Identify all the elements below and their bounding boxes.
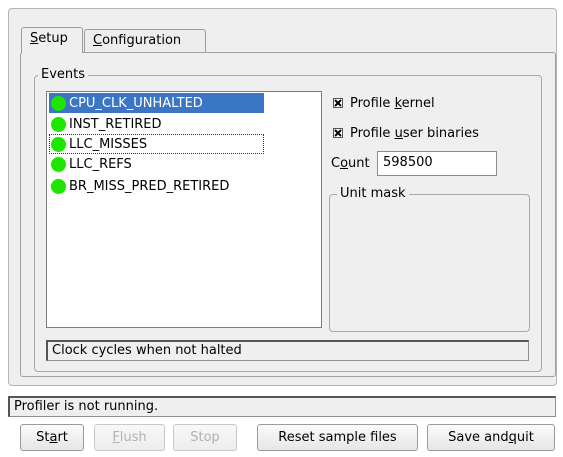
event-item-llc-refs[interactable]: LLC_REFS — [49, 154, 264, 174]
unit-mask-label: Unit mask — [337, 186, 409, 201]
event-item-cpu-clk-unhalted[interactable]: CPU_CLK_UNHALTED — [49, 93, 264, 113]
event-status-icon — [51, 136, 66, 152]
unit-mask-group — [329, 194, 530, 332]
event-item-inst-retired[interactable]: INST_RETIRED — [49, 114, 264, 134]
event-status-icon — [51, 178, 66, 194]
events-list[interactable]: CPU_CLK_UNHALTED INST_RETIRED LLC_MISSES… — [46, 91, 322, 328]
checkbox-checked-icon — [333, 128, 343, 138]
event-item-llc-misses[interactable]: LLC_MISSES — [49, 134, 264, 154]
profile-kernel-checkbox[interactable]: Profile kernel — [333, 94, 435, 112]
save-and-quit-button[interactable]: Save and q uit — [427, 424, 555, 451]
flush-button[interactable]: Flush — [94, 424, 165, 451]
profile-user-binaries-checkbox[interactable]: Profile user binaries — [333, 124, 479, 142]
start-button[interactable]: St a rt — [20, 424, 84, 451]
event-status-icon — [51, 116, 66, 132]
tab-configuration[interactable]: Configuration — [84, 29, 206, 53]
events-group-label: Events — [38, 67, 89, 82]
tab-setup[interactable]: Setup — [21, 27, 83, 53]
count-input[interactable]: 598500 — [377, 151, 497, 176]
event-status-icon — [51, 156, 66, 172]
profile-kernel-label: Profile kernel — [350, 95, 435, 111]
profile-user-binaries-label: Profile user binaries — [350, 125, 479, 141]
event-item-br-miss-pred-retired[interactable]: BR_MISS_PRED_RETIRED — [49, 176, 264, 196]
count-label: Count — [331, 156, 370, 171]
status-bar: Profiler is not running. — [8, 396, 556, 417]
reset-sample-files-button[interactable]: Reset sample files — [257, 424, 418, 451]
event-description: Clock cycles when not halted — [46, 340, 529, 361]
stop-button[interactable]: Stop — [173, 424, 237, 451]
event-status-icon — [51, 95, 66, 111]
checkbox-checked-icon — [333, 98, 343, 108]
